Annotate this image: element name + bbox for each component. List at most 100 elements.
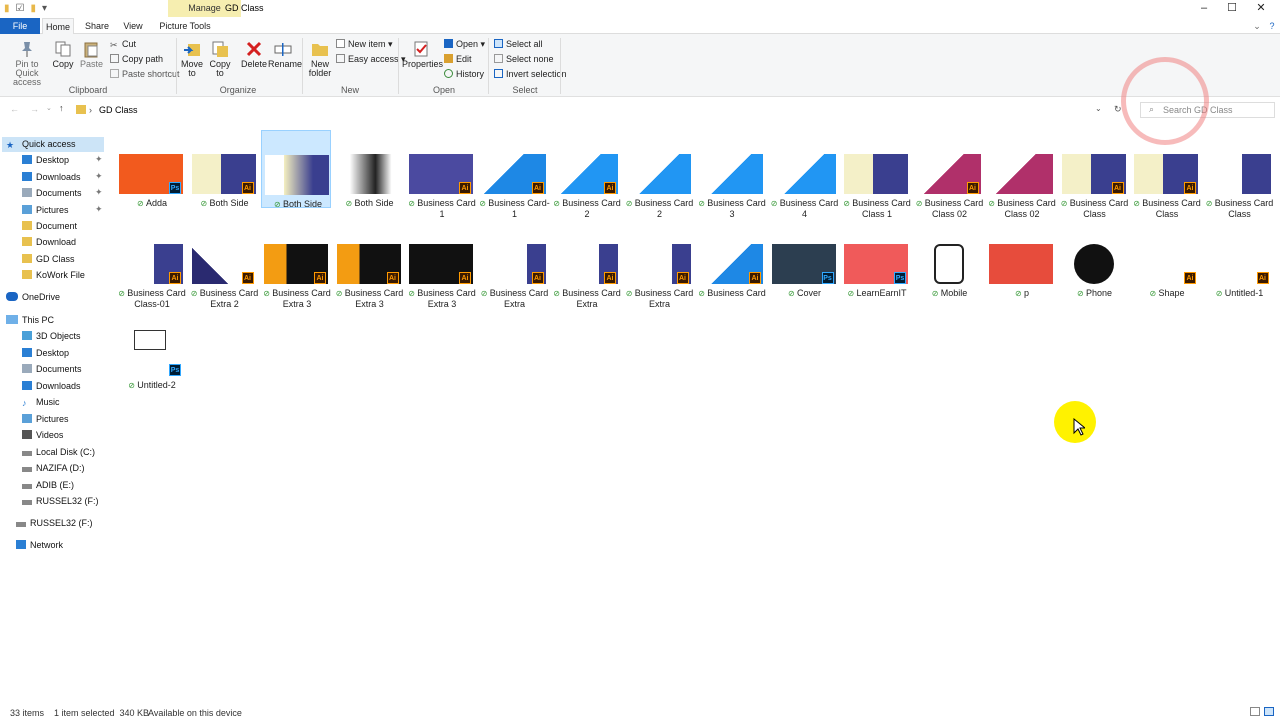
large-icons-view-icon[interactable] [1264,707,1274,716]
edit-button[interactable]: Edit [444,53,472,66]
new-item-button[interactable]: New item ▾ [336,38,393,51]
file-item[interactable]: ⊘ Business Card Class 02 [986,130,1056,219]
nav-item-documents[interactable]: Documents [22,186,82,201]
pin-icon[interactable]: ✦ [95,171,103,182]
properties-button[interactable]: Properties [402,40,443,69]
file-item[interactable]: Ai ⊘ Business Card-1 [479,130,550,219]
file-item[interactable]: Ps ⊘ Cover [769,220,839,298]
nav-network[interactable]: Network [16,538,63,553]
tab-file[interactable]: File [0,18,40,34]
details-view-icon[interactable] [1250,707,1260,716]
file-item[interactable]: Ps ⊘ LearnEarnIT [841,220,911,298]
nav-item-desktop[interactable]: Desktop [22,153,69,168]
invert-selection-button[interactable]: Invert selection [494,68,567,81]
nav-quick-access[interactable]: ★ Quick access [2,137,104,152]
file-item[interactable]: Ai ⊘ Business Card Class-01 [116,220,186,309]
chevron-down-icon[interactable]: ⌄ [1250,18,1264,34]
select-none-button[interactable]: Select none [494,53,554,66]
file-item[interactable]: Ai ⊘ Business Card 2 [551,130,621,219]
nav-item-pc-documents[interactable]: Documents [22,362,82,377]
tab-share[interactable]: Share [82,18,112,34]
file-item[interactable]: ⊘ Mobile [914,220,984,298]
move-to-button[interactable]: Move to [180,40,204,78]
nav-item-nazifa-d[interactable]: NAZIFA (D:) [22,461,85,476]
nav-item-pc-desktop[interactable]: Desktop [22,346,69,361]
pin-icon[interactable]: ✦ [95,204,103,215]
nav-item-adib-e[interactable]: ADIB (E:) [22,478,74,493]
copy-path-button[interactable]: Copy path [110,53,163,66]
chevron-down-icon[interactable]: ⌄ [46,104,52,112]
forward-arrow-icon[interactable]: → [30,104,39,114]
file-item[interactable]: Ai ⊘ Business Card Class 02 [914,130,984,219]
file-item[interactable]: Ai ⊘ Business Card Extra [479,220,549,309]
rename-button[interactable]: Rename [268,40,302,69]
file-item[interactable]: Ai ⊘ Business Card Extra [624,220,694,309]
pin-icon[interactable]: ✦ [95,154,103,165]
nav-item-videos[interactable]: Videos [22,428,63,443]
nav-item-pictures[interactable]: Pictures [22,203,69,218]
file-item[interactable]: Ai ⊘ Both Side [189,130,259,208]
close-button[interactable]: ✕ [1246,0,1276,17]
delete-button[interactable]: Delete [240,40,268,69]
file-item[interactable]: Ai ⊘ Business Card Extra 2 [189,220,259,309]
tab-picture-tools[interactable]: Picture Tools [158,18,212,34]
new-folder-button[interactable]: New folder [306,40,334,78]
cut-button[interactable]: ✂ Cut [110,38,136,51]
file-item[interactable]: Ps ⊘ Adda [116,130,186,208]
breadcrumb[interactable]: GD Class [99,105,138,115]
new-folder-icon[interactable]: ▮ [30,3,36,14]
tab-home[interactable]: Home [42,18,74,34]
nav-item-pc-downloads[interactable]: Downloads [22,379,81,394]
file-item[interactable]: Ai ⊘ Business Card Extra 3 [334,220,404,309]
pin-icon[interactable]: ✦ [95,187,103,198]
nav-item-russel32-f[interactable]: RUSSEL32 (F:) [22,494,99,509]
address-box[interactable]: › GD Class ⌄ [74,102,1106,118]
select-all-button[interactable]: Select all [494,38,543,51]
tab-view[interactable]: View [118,18,148,34]
chevron-down-icon[interactable]: ▾ [42,3,47,14]
checkbox-icon[interactable]: ☑ [16,3,25,14]
history-button[interactable]: History [444,68,484,81]
nav-item-download[interactable]: Download [22,235,76,250]
file-item[interactable]: ⊘ Both Side [261,130,331,209]
file-item[interactable]: ⊘ Business Card 3 [696,130,766,219]
file-item[interactable]: Ai ⊘ Business Card Extra 3 [406,220,476,309]
copy-to-button[interactable]: Copy to [208,40,232,78]
file-item[interactable]: Ai ⊘ Business Card Class [1059,130,1129,219]
file-item[interactable]: ⊘ Both Side [334,130,404,208]
back-arrow-icon[interactable]: ← [10,104,19,114]
nav-item-pc-pictures[interactable]: Pictures [22,412,69,427]
file-item[interactable]: Ai ⊘ Business Card 1 [406,130,476,219]
file-item[interactable]: ⊘ Business Card Class 1 [841,130,911,219]
paste-shortcut-button[interactable]: Paste shortcut [110,68,180,81]
nav-item-3d-objects[interactable]: 3D Objects [22,329,81,344]
maximize-button[interactable]: ☐ [1217,0,1247,17]
nav-this-pc[interactable]: This PC [6,313,54,328]
copy-button[interactable]: Copy [52,40,74,69]
file-item[interactable]: ⊘ Business Card Class [1204,130,1274,219]
nav-item-music[interactable]: ♪ Music [22,395,60,410]
open-button[interactable]: Open ▾ [444,38,485,51]
help-icon[interactable]: ? [1266,18,1278,34]
file-item[interactable]: ⊘ Business Card 4 [769,130,839,219]
nav-item-document[interactable]: Document [22,219,77,234]
file-item[interactable]: ⊘ Business Card 2 [624,130,694,219]
nav-onedrive[interactable]: OneDrive [6,290,60,305]
file-item[interactable]: ⊘ Phone [1059,220,1129,298]
nav-item-downloads[interactable]: Downloads [22,170,81,185]
file-item[interactable]: Ps ⊘ Untitled-2 [116,312,186,390]
nav-russel32-drive[interactable]: RUSSEL32 (F:) [16,516,93,531]
file-item[interactable]: ⊘ p [986,220,1056,298]
nav-item-local-disk-c[interactable]: Local Disk (C:) [22,445,95,460]
pin-quick-access-button[interactable]: Pin to Quick access [4,40,50,87]
file-item[interactable]: Ai ⊘ Untitled-1 [1204,220,1274,298]
minimize-button[interactable]: – [1189,0,1219,17]
chevron-down-icon[interactable]: ⌄ [1095,104,1102,113]
file-item[interactable]: Ai ⊘ Business Card Extra [551,220,621,309]
file-item[interactable]: Ai ⊘ Business Card [696,220,766,298]
easy-access-button[interactable]: Easy access ▾ [336,53,406,66]
file-item[interactable]: Ai ⊘ Shape [1131,220,1201,298]
nav-item-gd-class[interactable]: GD Class [22,252,75,267]
up-arrow-icon[interactable]: ↑ [59,103,64,113]
nav-item-kowork-file[interactable]: KoWork File [22,268,85,283]
